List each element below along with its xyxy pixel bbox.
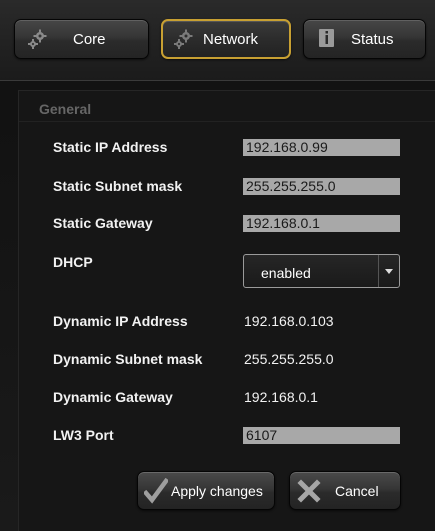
dhcp-label: DHCP (53, 254, 93, 270)
checkmark-icon (142, 477, 170, 507)
apply-changes-label: Apply changes (171, 483, 263, 499)
dynamic-gateway-value: 192.168.0.1 (244, 389, 318, 405)
info-icon (316, 27, 338, 49)
general-settings-panel: General Static IP Address Static Subnet … (18, 90, 435, 531)
lw3-port-input[interactable] (243, 427, 400, 444)
dynamic-ip-label: Dynamic IP Address (53, 313, 188, 329)
close-icon (296, 478, 322, 507)
tab-status-label: Status (351, 31, 394, 48)
dhcp-select-value: enabled (261, 265, 311, 281)
chevron-down-icon[interactable] (378, 255, 399, 287)
gear-icon (173, 28, 195, 50)
dynamic-gateway-label: Dynamic Gateway (53, 389, 173, 405)
static-ip-label: Static IP Address (53, 139, 168, 155)
static-subnet-label: Static Subnet mask (53, 178, 183, 194)
tab-status[interactable]: Status (303, 19, 426, 59)
static-gateway-input[interactable] (243, 215, 400, 232)
dynamic-subnet-label: Dynamic Subnet mask (53, 351, 203, 367)
dynamic-subnet-value: 255.255.255.0 (244, 351, 334, 367)
network-settings-window: Core Network Status General Static IP Ad… (0, 0, 435, 531)
dhcp-select[interactable]: enabled (243, 254, 400, 288)
cancel-label: Cancel (335, 483, 379, 499)
lw3-port-label: LW3 Port (53, 427, 114, 443)
static-subnet-input[interactable] (243, 178, 400, 195)
gear-icon (27, 28, 49, 50)
section-title: General (39, 101, 92, 117)
apply-changes-button[interactable]: Apply changes (137, 471, 275, 510)
tab-network-label: Network (203, 31, 259, 48)
section-divider (19, 121, 435, 122)
static-ip-input[interactable] (243, 139, 400, 156)
static-gateway-label: Static Gateway (53, 215, 153, 231)
cancel-button[interactable]: Cancel (289, 471, 401, 510)
tab-bar: Core Network Status (0, 0, 435, 81)
tab-core[interactable]: Core (14, 19, 149, 59)
dynamic-ip-value: 192.168.0.103 (244, 313, 334, 329)
tab-network[interactable]: Network (161, 19, 291, 59)
tab-core-label: Core (73, 31, 106, 48)
